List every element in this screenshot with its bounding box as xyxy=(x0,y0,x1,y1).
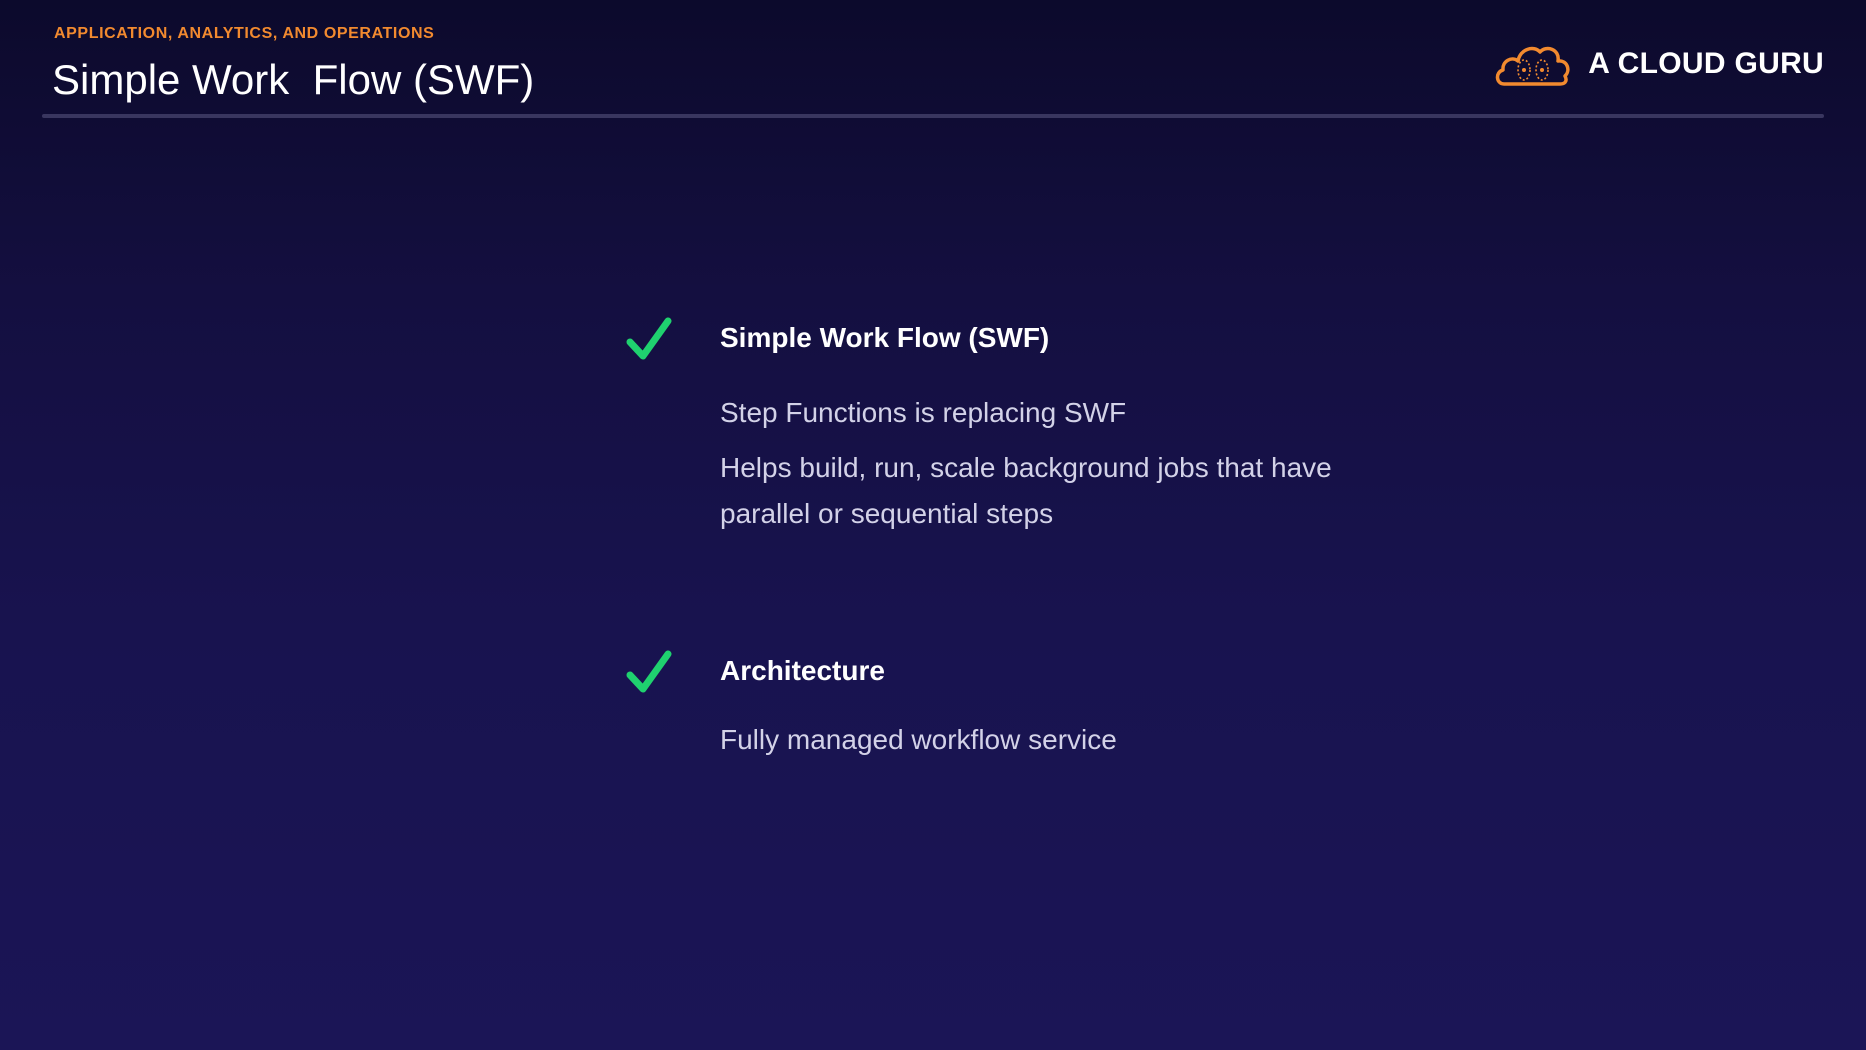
item-heading: Simple Work Flow (SWF) xyxy=(720,322,1050,353)
item-text: Fully managed workflow service xyxy=(720,724,1117,755)
checkmark-icon xyxy=(626,650,672,693)
slide-title: Simple Work Flow (SWF) xyxy=(52,56,535,103)
item-text: Helps build, run, scale background jobs … xyxy=(720,452,1332,529)
item-text: Step Functions is replacing SWF xyxy=(720,397,1127,428)
brand: A CLOUD GURU xyxy=(1494,40,1824,88)
brand-name: A CLOUD GURU xyxy=(1588,47,1824,80)
header-divider xyxy=(42,114,1824,118)
checkmark-icon xyxy=(626,317,672,360)
cloud-logo-icon xyxy=(1495,46,1570,86)
item-heading: Architecture xyxy=(720,655,885,686)
section-label: APPLICATION, ANALYTICS, AND OPERATIONS xyxy=(54,25,435,42)
